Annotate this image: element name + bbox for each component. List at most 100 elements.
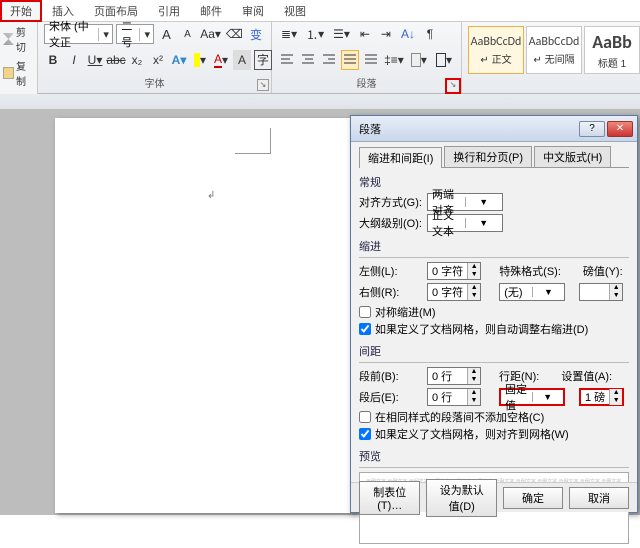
- font-size-combo[interactable]: 二号▾: [116, 24, 154, 44]
- bold-button[interactable]: B: [44, 50, 62, 70]
- highlight-icon: [194, 53, 200, 67]
- outline-select[interactable]: 正文文本▼: [427, 214, 503, 232]
- italic-button[interactable]: I: [65, 50, 83, 70]
- multilist-button[interactable]: ☰▾: [330, 24, 353, 44]
- align-right-button[interactable]: [320, 50, 338, 70]
- borders-button[interactable]: ▾: [433, 50, 455, 70]
- up-icon[interactable]: ▲: [468, 284, 480, 292]
- clear-format-button[interactable]: ⌫: [225, 24, 244, 44]
- snap-to-grid-checkbox[interactable]: 如果定义了文档网格，则对齐到网格(W): [359, 426, 629, 442]
- shrink-font-button[interactable]: A: [178, 24, 196, 44]
- tab-asian[interactable]: 中文版式(H): [534, 146, 611, 167]
- tabs-button[interactable]: 制表位(T)…: [359, 481, 420, 515]
- dialog-title: 段落: [359, 121, 381, 137]
- down-icon[interactable]: ▼: [468, 271, 480, 279]
- font-launcher[interactable]: ↘: [257, 79, 269, 91]
- setat-spin[interactable]: 1 磅▲▼: [579, 388, 624, 406]
- up-icon[interactable]: ▲: [610, 389, 622, 397]
- tab-review[interactable]: 审阅: [232, 0, 274, 22]
- line-spacing-button[interactable]: ‡≡▾: [383, 50, 405, 70]
- decrease-indent-button[interactable]: ⇤: [356, 24, 374, 44]
- auto-adjust-indent-checkbox[interactable]: 如果定义了文档网格，则自动调整右缩进(D): [359, 321, 629, 337]
- close-button[interactable]: ✕: [607, 121, 633, 137]
- chevron-down-icon: ▼: [465, 197, 503, 207]
- subscript-button[interactable]: x₂: [128, 50, 146, 70]
- sort-button[interactable]: A↓: [398, 24, 418, 44]
- strike-button[interactable]: abc: [107, 50, 125, 70]
- sort-icon: A↓: [401, 27, 415, 41]
- down-icon[interactable]: ▼: [610, 292, 622, 300]
- tab-mailings[interactable]: 邮件: [190, 0, 232, 22]
- down-icon[interactable]: ▼: [468, 376, 480, 384]
- cursor-mark-icon: ↲: [207, 190, 215, 201]
- font-family-combo[interactable]: 宋体 (中文正▾: [44, 24, 113, 44]
- right-indent-spin[interactable]: 0 字符▲▼: [427, 283, 481, 301]
- mirror-indent-checkbox[interactable]: 对称缩进(M): [359, 304, 629, 320]
- copy-button[interactable]: 复制: [0, 56, 37, 90]
- tab-home[interactable]: 开始: [0, 0, 42, 22]
- style-normal[interactable]: AaBbCcDd ↵ 正文: [468, 26, 524, 74]
- align-center-button[interactable]: [299, 50, 317, 70]
- increase-indent-button[interactable]: ⇥: [377, 24, 395, 44]
- down-icon[interactable]: ▼: [468, 292, 480, 300]
- align-center-icon: [302, 54, 314, 66]
- space-after-spin[interactable]: 0 行▲▼: [427, 388, 481, 406]
- up-icon[interactable]: ▲: [468, 368, 480, 376]
- align-left-button[interactable]: [278, 50, 296, 70]
- phonetic-button[interactable]: 变: [247, 24, 265, 44]
- up-icon[interactable]: ▲: [468, 263, 480, 271]
- align-justify-icon: [344, 54, 356, 66]
- tab-line-page[interactable]: 换行和分页(P): [444, 146, 532, 167]
- underline-button[interactable]: U▾: [86, 50, 104, 70]
- set-default-button[interactable]: 设为默认值(D): [426, 479, 497, 517]
- chevron-down-icon: ▾: [139, 28, 153, 41]
- by-spin[interactable]: ▲▼: [579, 283, 623, 301]
- space-before-spin[interactable]: 0 行▲▼: [427, 367, 481, 385]
- text-effects-button[interactable]: A▾: [170, 50, 188, 70]
- space-before-label: 段前(B):: [359, 368, 423, 384]
- multilist-icon: ☰: [333, 27, 344, 41]
- nospace-label: 在相同样式的段落间不添加空格(C): [375, 409, 544, 425]
- align-distrib-button[interactable]: [362, 50, 380, 70]
- ruler[interactable]: [0, 94, 640, 110]
- show-marks-button[interactable]: ¶: [421, 24, 439, 44]
- tab-indent-spacing[interactable]: 缩进和间距(I): [359, 147, 442, 168]
- dialog-titlebar[interactable]: 段落 ? ✕: [351, 116, 637, 142]
- align-distrib-icon: [365, 54, 377, 66]
- tab-references[interactable]: 引用: [148, 0, 190, 22]
- section-general: 常规: [359, 174, 629, 190]
- numbering-button[interactable]: ⒈▾: [303, 24, 327, 44]
- ok-button[interactable]: 确定: [503, 487, 563, 509]
- help-button[interactable]: ?: [579, 121, 605, 137]
- shading-button[interactable]: ▾: [408, 50, 430, 70]
- linespacing-select[interactable]: 固定值▼: [499, 388, 565, 406]
- font-color-button[interactable]: A▾: [212, 50, 230, 70]
- style-heading1[interactable]: AaBb 标题 1: [584, 26, 640, 74]
- page[interactable]: [55, 118, 355, 513]
- down-icon[interactable]: ▼: [468, 397, 480, 405]
- style-sample: AaBbCcDd: [529, 35, 580, 49]
- cut-button[interactable]: 剪切: [0, 22, 37, 56]
- special-select[interactable]: (无)▼: [499, 283, 565, 301]
- down-icon[interactable]: ▼: [610, 397, 622, 405]
- highlight-button[interactable]: ▾: [191, 50, 209, 70]
- paragraph-launcher[interactable]: ↘: [445, 78, 461, 94]
- align-justify-button[interactable]: [341, 50, 359, 70]
- up-icon[interactable]: ▲: [468, 389, 480, 397]
- grow-font-button[interactable]: A: [157, 24, 175, 44]
- superscript-button[interactable]: x²: [149, 50, 167, 70]
- char-shading-button[interactable]: A: [233, 50, 251, 70]
- section-spacing: 间距: [359, 343, 629, 359]
- change-case-button[interactable]: Aa▾: [199, 24, 221, 44]
- char-border-button[interactable]: 字: [254, 50, 272, 70]
- styles-group: AaBbCcDd ↵ 正文 AaBbCcDd ↵ 无间隔 AaBb 标题 1: [462, 22, 640, 93]
- cancel-button[interactable]: 取消: [569, 487, 629, 509]
- left-indent-spin[interactable]: 0 字符▲▼: [427, 262, 481, 280]
- no-space-same-style-checkbox[interactable]: 在相同样式的段落间不添加空格(C): [359, 409, 629, 425]
- tab-view[interactable]: 视图: [274, 0, 316, 22]
- by-label: 磅值(Y):: [583, 263, 623, 279]
- up-icon[interactable]: ▲: [610, 284, 622, 292]
- style-sample: AaBb: [592, 31, 632, 53]
- style-nospace[interactable]: AaBbCcDd ↵ 无间隔: [526, 26, 582, 74]
- bullets-button[interactable]: ≣▾: [278, 24, 300, 44]
